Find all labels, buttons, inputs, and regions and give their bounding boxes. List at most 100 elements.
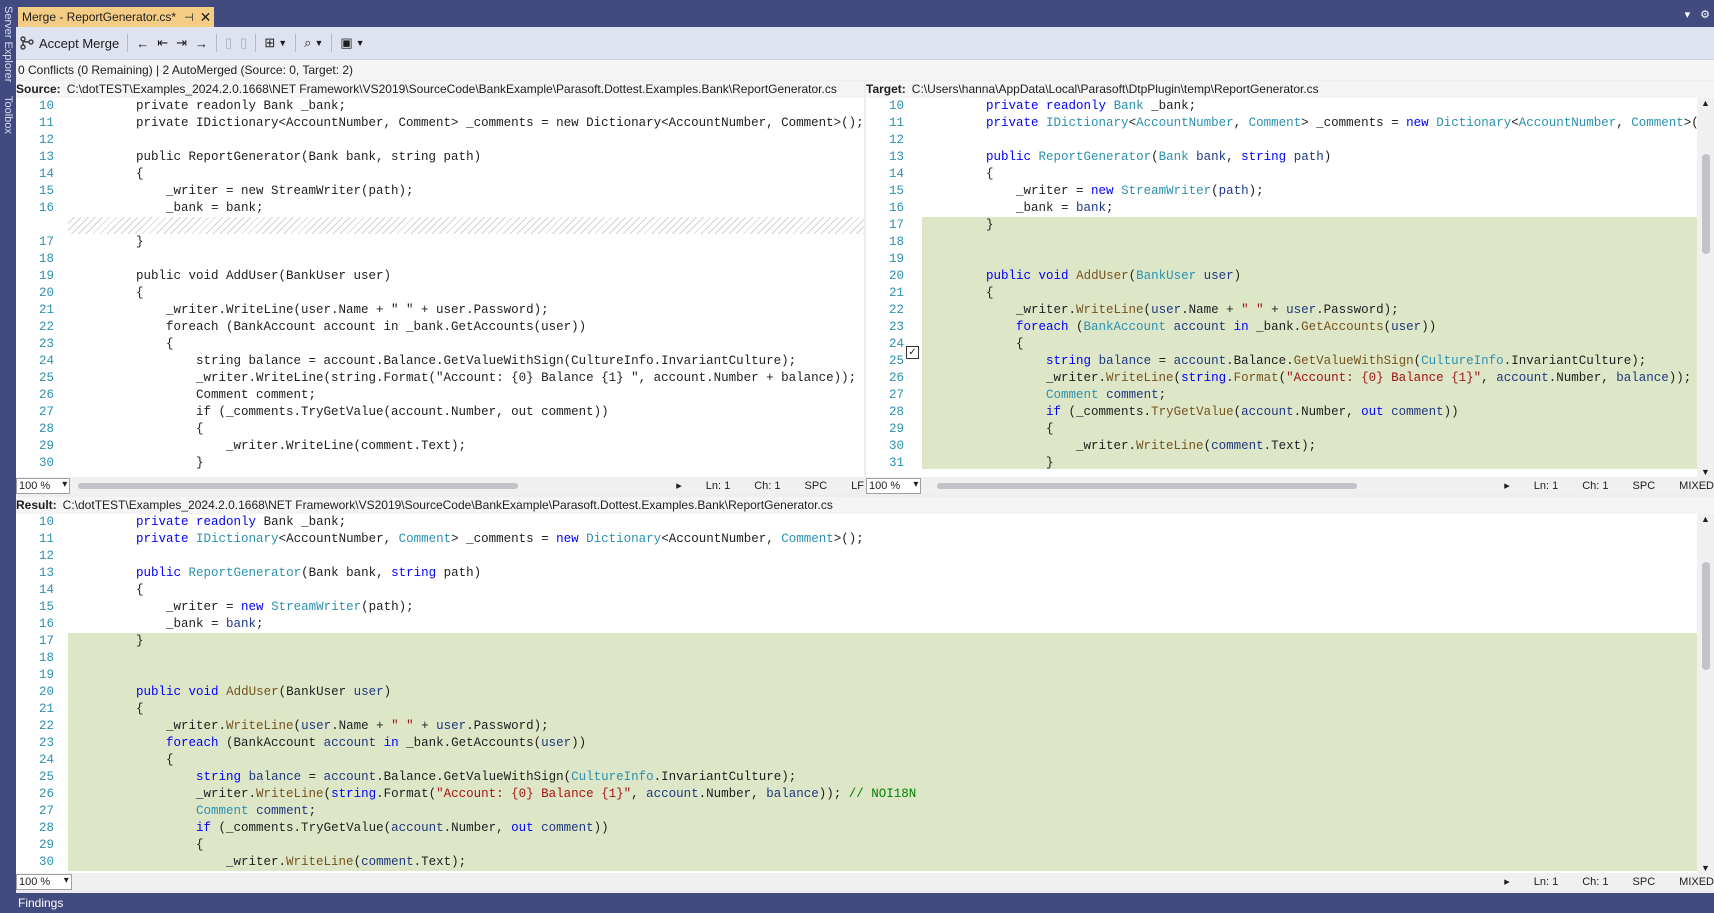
- source-zoom-select[interactable]: 100 %: [16, 477, 71, 494]
- code-line[interactable]: 27 if (_comments.TryGetValue(account.Num…: [16, 404, 864, 421]
- target-horizontal-scrollbar[interactable]: [925, 479, 1503, 492]
- code-line[interactable]: 28 if (_comments.TryGetValue(account.Num…: [866, 404, 1697, 421]
- code-line[interactable]: 27 Comment comment;: [16, 803, 1697, 820]
- code-line[interactable]: 19: [866, 251, 1697, 268]
- code-line[interactable]: 18: [866, 234, 1697, 251]
- code-line[interactable]: 14 {: [866, 166, 1697, 183]
- code-line[interactable]: 20 public void AddUser(BankUser user): [16, 684, 1697, 701]
- view-dropdown[interactable]: ▣ ▼: [336, 31, 368, 55]
- result-code-view[interactable]: 10 private readonly Bank _bank; 11 privat…: [16, 514, 1697, 873]
- toolbox-tab[interactable]: Toolbox: [2, 96, 14, 134]
- code-line[interactable]: 10 private readonly Bank _bank;: [16, 514, 1697, 531]
- code-line[interactable]: 17 }: [16, 234, 864, 251]
- code-line[interactable]: 20 public void AddUser(BankUser user): [866, 268, 1697, 285]
- code-line[interactable]: 25 string balance = account.Balance.GetV…: [866, 353, 1697, 370]
- code-line[interactable]: 13 public ReportGenerator(Bank bank, str…: [16, 149, 864, 166]
- code-line[interactable]: 17 }: [16, 633, 1697, 650]
- code-line[interactable]: 15 _writer = new StreamWriter(path);: [866, 183, 1697, 200]
- result-zoom-select[interactable]: 100 %: [16, 873, 72, 890]
- code-line[interactable]: 24 {: [866, 336, 1697, 353]
- code-line[interactable]: 30 _writer.WriteLine(comment.Text);: [866, 438, 1697, 455]
- code-line[interactable]: 30 _writer.WriteLine(comment.Text);: [16, 854, 1697, 871]
- code-line[interactable]: 31 }: [866, 455, 1697, 469]
- code-line[interactable]: 19 public void AddUser(BankUser user): [16, 268, 864, 285]
- code-line[interactable]: 12: [16, 132, 864, 149]
- close-icon[interactable]: ✕: [200, 9, 212, 26]
- code-line[interactable]: 16 _bank = bank;: [16, 200, 864, 217]
- code-line[interactable]: 15 _writer = new StreamWriter(path);: [16, 183, 864, 200]
- compare-options-dropdown[interactable]: ⌕ ▼: [300, 31, 327, 55]
- code-line[interactable]: 13 public ReportGenerator(Bank bank, str…: [16, 565, 1697, 582]
- code-line[interactable]: 11 private IDictionary<AccountNumber, Co…: [16, 115, 864, 132]
- target-vertical-scrollbar[interactable]: ▲ ▼: [1697, 98, 1714, 477]
- target-code-view[interactable]: 10 private readonly Bank _bank; 11 privat…: [866, 98, 1697, 469]
- code-line[interactable]: 11 private IDictionary<AccountNumber, Co…: [16, 531, 1697, 548]
- code-line[interactable]: 19: [16, 667, 1697, 684]
- code-line[interactable]: 23 {: [16, 336, 864, 353]
- gear-icon[interactable]: ⚙: [1700, 8, 1710, 21]
- code-line[interactable]: 29 {: [866, 421, 1697, 438]
- code-line[interactable]: 16 _bank = bank;: [16, 616, 1697, 633]
- caret-right-icon[interactable]: ▸: [1504, 875, 1510, 888]
- code-line[interactable]: 12: [16, 548, 1697, 565]
- source-code-view[interactable]: 10 private readonly Bank _bank; 11 privat…: [16, 98, 864, 469]
- code-line[interactable]: 22 _writer.WriteLine(user.Name + " " + u…: [16, 718, 1697, 735]
- code-line[interactable]: 30 }: [16, 455, 864, 469]
- code-line[interactable]: 18: [16, 650, 1697, 667]
- server-explorer-tab[interactable]: Server Explorer: [2, 6, 14, 82]
- code-line[interactable]: 12: [866, 132, 1697, 149]
- code-line[interactable]: 25 _writer.WriteLine(string.Format("Acco…: [16, 370, 864, 387]
- code-line[interactable]: 23 foreach (BankAccount account in _bank…: [16, 735, 1697, 752]
- arrow-up-icon[interactable]: ▲: [1701, 514, 1710, 524]
- chevron-down-icon[interactable]: ▾: [1685, 8, 1691, 21]
- code-line[interactable]: 22 _writer.WriteLine(user.Name + " " + u…: [866, 302, 1697, 319]
- take-right-button[interactable]: ▯: [236, 31, 251, 55]
- code-line[interactable]: 22 foreach (BankAccount account in _bank…: [16, 319, 864, 336]
- take-left-button[interactable]: ▯: [221, 31, 236, 55]
- caret-right-icon[interactable]: ▸: [676, 479, 682, 492]
- code-line[interactable]: 10 private readonly Bank _bank;: [16, 98, 864, 115]
- pin-icon[interactable]: ⊣: [184, 11, 194, 24]
- target-zoom-select[interactable]: 100 %: [866, 477, 922, 494]
- accept-merge-button[interactable]: Accept Merge: [16, 31, 123, 55]
- code-line[interactable]: 28 {: [16, 421, 864, 438]
- last-change-button[interactable]: ⇥: [172, 31, 191, 55]
- arrow-down-icon[interactable]: ▼: [1701, 467, 1710, 477]
- code-line[interactable]: 18: [16, 251, 864, 268]
- code-line[interactable]: 14 {: [16, 582, 1697, 599]
- code-line[interactable]: 16 _bank = bank;: [866, 200, 1697, 217]
- code-line[interactable]: 11 private IDictionary<AccountNumber, Co…: [866, 115, 1697, 132]
- code-line[interactable]: 14 {: [16, 166, 864, 183]
- code-line[interactable]: 17 }: [866, 217, 1697, 234]
- code-line[interactable]: 23 foreach (BankAccount account in _bank…: [866, 319, 1697, 336]
- code-line[interactable]: 28 if (_comments.TryGetValue(account.Num…: [16, 820, 1697, 837]
- first-change-button[interactable]: ⇤: [153, 31, 172, 55]
- source-horizontal-scrollbar[interactable]: [74, 479, 675, 492]
- code-line[interactable]: 24 {: [16, 752, 1697, 769]
- code-line[interactable]: 26 Comment comment;: [16, 387, 864, 404]
- code-line[interactable]: 15 _writer = new StreamWriter(path);: [16, 599, 1697, 616]
- result-vertical-scrollbar[interactable]: ▲ ▼: [1697, 514, 1714, 873]
- code-line[interactable]: 13 public ReportGenerator(Bank bank, str…: [866, 149, 1697, 166]
- next-change-button[interactable]: →: [191, 31, 212, 55]
- caret-right-icon[interactable]: ▸: [1504, 479, 1510, 492]
- accept-change-checkbox[interactable]: ✓: [906, 346, 919, 359]
- code-line[interactable]: 26 _writer.WriteLine(string.Format("Acco…: [16, 786, 1697, 803]
- code-line[interactable]: 29 {: [16, 837, 1697, 854]
- code-line[interactable]: 10 private readonly Bank _bank;: [866, 98, 1697, 115]
- layout-dropdown[interactable]: ⊞ ▼: [260, 31, 291, 55]
- code-line[interactable]: 21 {: [16, 701, 1697, 718]
- code-line[interactable]: 29 _writer.WriteLine(comment.Text);: [16, 438, 864, 455]
- code-line[interactable]: 21 _writer.WriteLine(user.Name + " " + u…: [16, 302, 864, 319]
- arrow-up-icon[interactable]: ▲: [1701, 98, 1710, 108]
- code-line[interactable]: 24 string balance = account.Balance.GetV…: [16, 353, 864, 370]
- arrow-down-icon[interactable]: ▼: [1701, 863, 1710, 873]
- document-tab[interactable]: Merge - ReportGenerator.cs* ⊣ ✕: [18, 7, 214, 27]
- code-line[interactable]: 27 Comment comment;: [866, 387, 1697, 404]
- code-line[interactable]: 26 _writer.WriteLine(string.Format("Acco…: [866, 370, 1697, 387]
- result-horizontal-scrollbar[interactable]: [75, 875, 1503, 888]
- code-line[interactable]: 21 {: [866, 285, 1697, 302]
- findings-panel-tab[interactable]: Findings: [16, 893, 1714, 913]
- code-line[interactable]: 25 string balance = account.Balance.GetV…: [16, 769, 1697, 786]
- code-line[interactable]: 20 {: [16, 285, 864, 302]
